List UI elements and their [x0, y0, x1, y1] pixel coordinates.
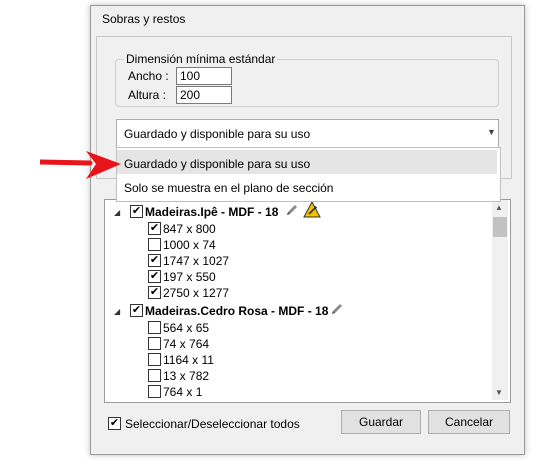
tree-item-label: 2750 x 1277 [163, 286, 230, 300]
scroll-down-icon[interactable]: ▼ [495, 388, 503, 397]
width-label: Ancho : [128, 69, 169, 83]
scrollbar-thumb[interactable] [493, 217, 507, 237]
red-arrow [37, 150, 122, 185]
pencil-icon[interactable] [330, 302, 344, 319]
tree-item-label: 1747 x 1027 [163, 254, 230, 268]
tree-group-label: Madeiras.Ipê - MDF - 18 [145, 205, 279, 219]
item-checkbox[interactable] [148, 337, 161, 350]
item-checkbox[interactable]: ✔ [148, 286, 161, 299]
height-input[interactable]: 200 [176, 86, 232, 104]
item-checkbox[interactable] [148, 321, 161, 334]
item-checkbox[interactable] [148, 353, 161, 366]
item-checkbox[interactable]: ✔ [148, 222, 161, 235]
collapse-triangle-icon[interactable]: ◢ [114, 208, 120, 217]
dialog-title: Sobras y restos [102, 12, 186, 26]
tree-item-label: 1164 x 11 [163, 353, 214, 367]
item-checkbox[interactable]: ✔ [148, 254, 161, 267]
pencil-icon[interactable] [285, 203, 299, 220]
dropdown-option[interactable]: Solo se muestra en el plano de sección [124, 181, 333, 195]
save-button[interactable]: Guardar [341, 410, 421, 434]
cancel-button[interactable]: Cancelar [428, 410, 510, 434]
width-input[interactable]: 100 [176, 67, 232, 85]
tree-item-label: 847 x 800 [163, 222, 216, 236]
tree-item-label: 74 x 764 [163, 337, 210, 351]
combobox-selected-text: Guardado y disponible para su uso [124, 127, 311, 141]
item-checkbox[interactable] [148, 385, 161, 398]
tree-item-label: 1000 x 74 [163, 238, 216, 252]
group-checkbox[interactable]: ✔ [130, 304, 143, 317]
dropdown-option[interactable]: Guardado y disponible para su uso [124, 157, 310, 171]
item-checkbox[interactable]: ✔ [148, 270, 161, 283]
chevron-down-icon[interactable]: ▼ [487, 127, 496, 137]
collapse-triangle-icon[interactable]: ◢ [114, 307, 120, 316]
item-checkbox[interactable] [148, 369, 161, 382]
height-label: Altura : [128, 88, 167, 102]
tree-item-label: 197 x 550 [163, 270, 216, 284]
min-dimension-group [115, 59, 499, 107]
tree-group-label: Madeiras.Cedro Rosa - MDF - 18 [145, 304, 329, 318]
group-checkbox[interactable]: ✔ [130, 205, 143, 218]
tree-item-label: 764 x 1 [163, 385, 203, 399]
warning-icon [303, 200, 321, 221]
select-all-label: Seleccionar/Deseleccionar todos [125, 417, 300, 431]
item-checkbox[interactable] [148, 238, 161, 251]
group-legend: Dimensión mínima estándar [124, 52, 278, 66]
tree-item-label: 13 x 782 [163, 369, 210, 383]
tree-item-label: 564 x 65 [163, 321, 210, 335]
select-all-checkbox[interactable]: ✔ [108, 417, 121, 430]
scroll-up-icon[interactable]: ▲ [495, 203, 503, 212]
